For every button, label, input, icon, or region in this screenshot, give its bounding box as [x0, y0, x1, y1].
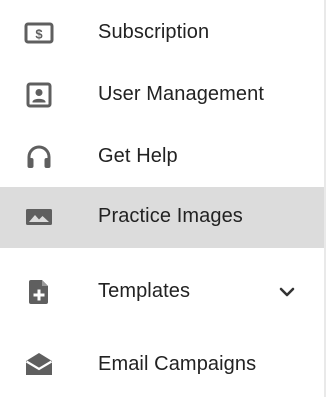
image-icon: [24, 202, 54, 232]
chevron-down-icon[interactable]: [274, 279, 300, 305]
menu-item-label: User Management: [98, 83, 265, 105]
menu-item-user-management[interactable]: User Management: [0, 70, 324, 120]
dollar-card-icon: $: [24, 18, 54, 48]
menu-item-practice-images[interactable]: Practice Images: [0, 187, 324, 248]
svg-text:$: $: [35, 27, 43, 42]
menu-item-label: Templates: [98, 280, 191, 302]
menu-item-label: Practice Images: [98, 205, 243, 227]
menu-item-get-help[interactable]: Get Help: [0, 132, 324, 182]
account-box-icon: [24, 80, 54, 110]
menu-item-label: Email Campaigns: [98, 353, 257, 375]
menu-item-label: Subscription: [98, 21, 210, 43]
menu-item-subscription[interactable]: $ Subscription: [0, 8, 324, 58]
drafts-envelope-icon: [24, 349, 54, 379]
sidebar-menu: $ Subscription User Management Get Help: [0, 0, 326, 397]
menu-item-label: Get Help: [98, 145, 178, 167]
file-add-icon: [24, 277, 54, 307]
menu-item-email-campaigns[interactable]: Email Campaigns: [0, 338, 324, 390]
headset-icon: [24, 142, 54, 172]
menu-item-templates[interactable]: Templates: [0, 264, 324, 320]
